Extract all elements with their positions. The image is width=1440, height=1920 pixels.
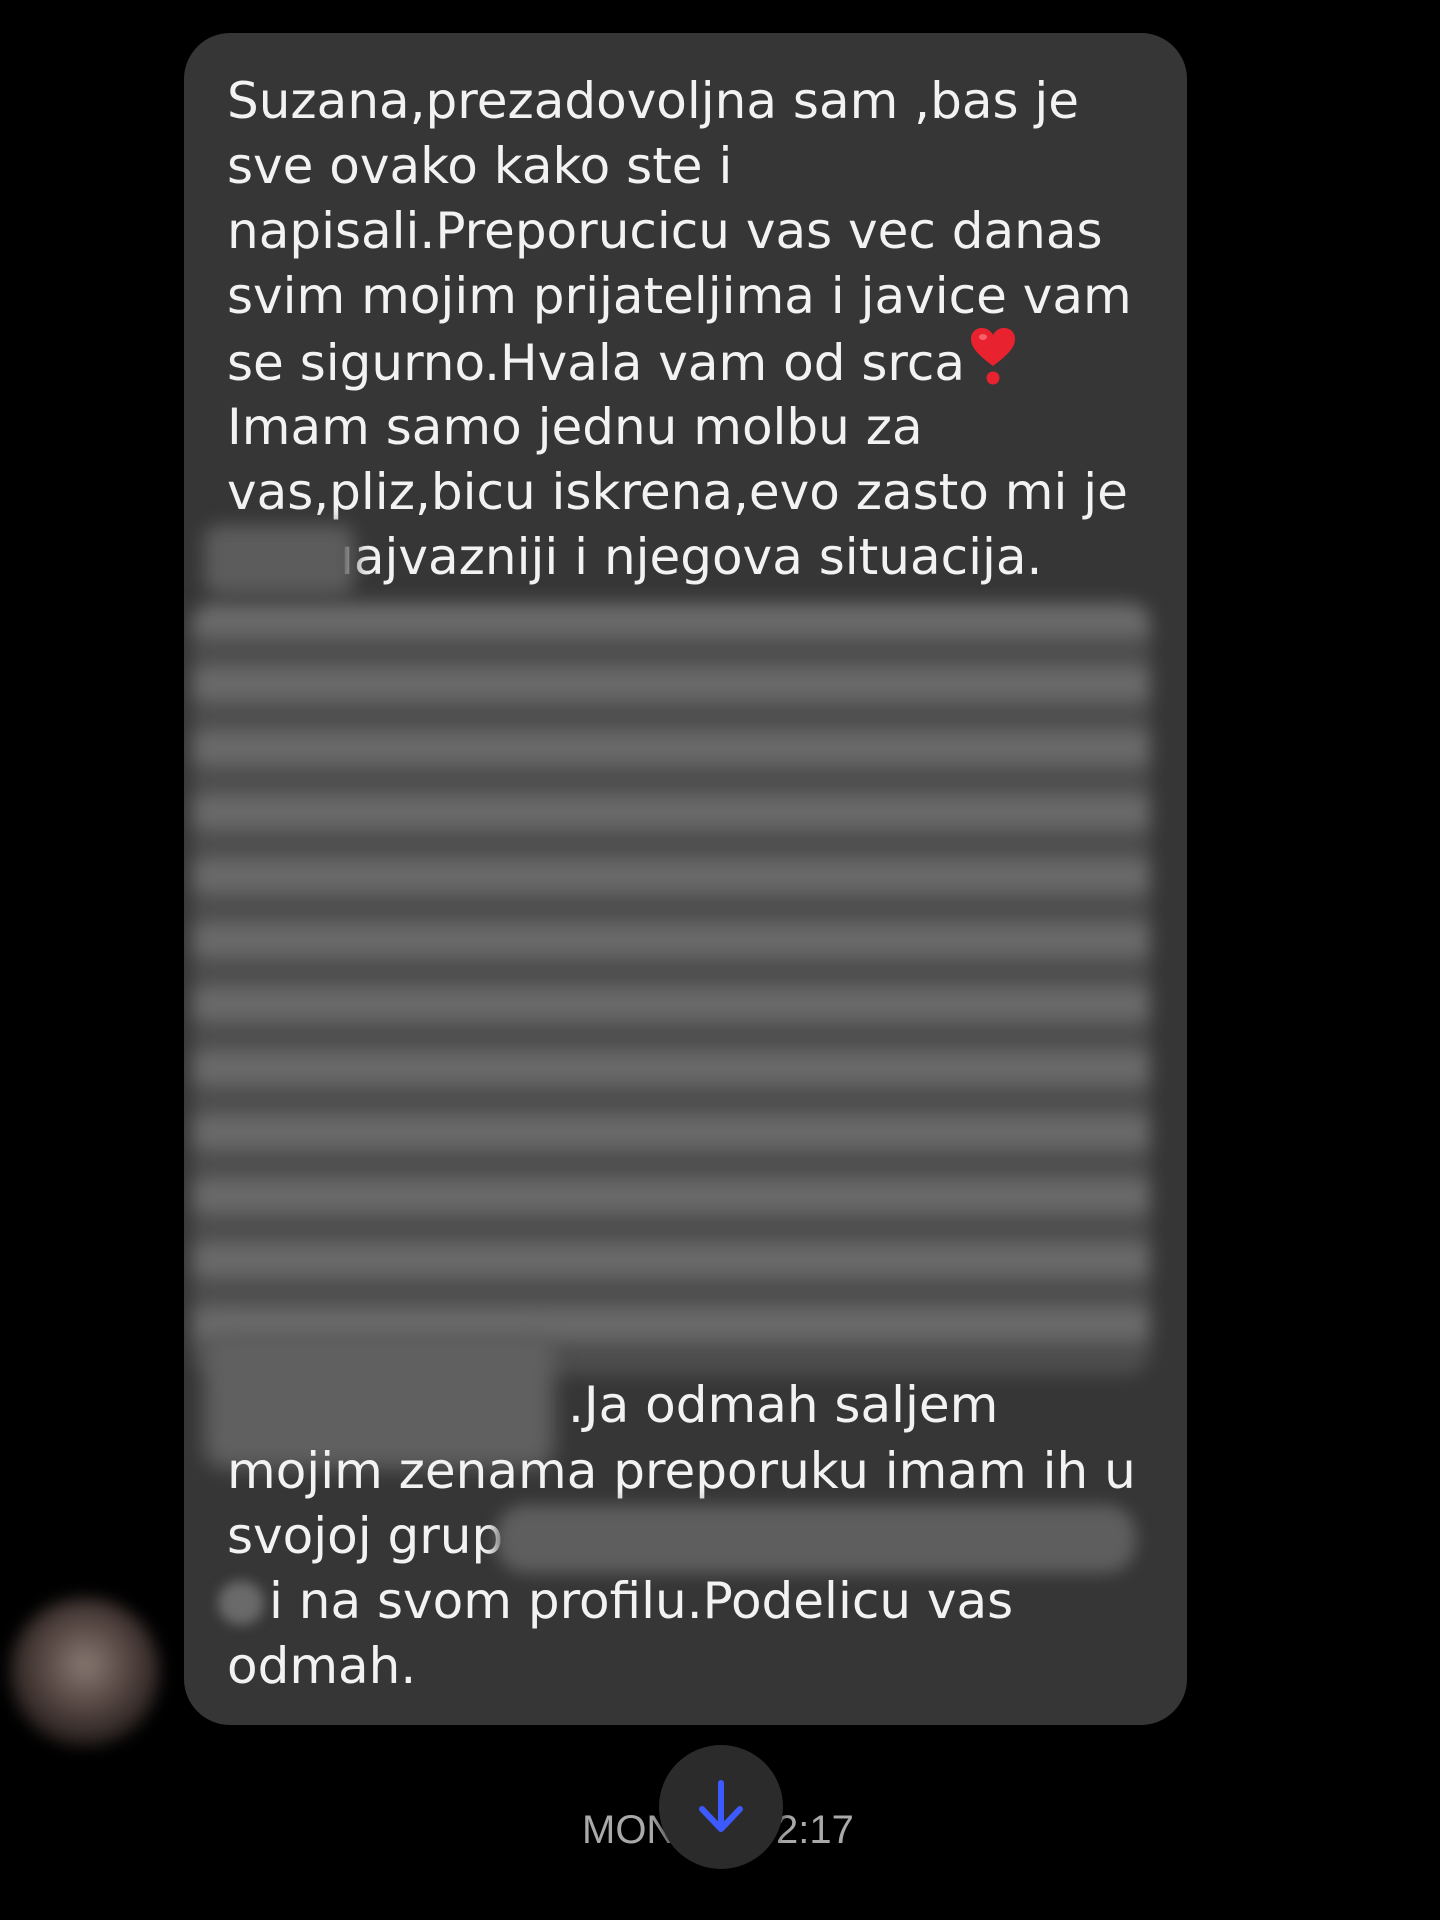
- message-line: .Ja odmah saljem: [568, 1376, 999, 1434]
- scroll-to-bottom-button[interactable]: [659, 1745, 783, 1869]
- message-line: mojim zenama preporuku imam ih u: [227, 1442, 1136, 1500]
- message-line: vas,pliz,bicu iskrena,evo zasto mi je: [227, 463, 1128, 521]
- message-line: Imam samo jednu molbu za: [227, 398, 923, 456]
- message-line: svojoj grup: [227, 1507, 504, 1565]
- message-bubble[interactable]: Suzana,prezadovoljna sam ,bas je sve ova…: [184, 33, 1187, 1725]
- message-line-with-heart: se sigurno.Hvala vam od srca: [227, 328, 1015, 396]
- timestamp-time: 2:17: [776, 1808, 854, 1852]
- chat-screen: Suzana,prezadovoljna sam ,bas je sve ova…: [0, 0, 1440, 1920]
- message-line: Suzana,prezadovoljna sam ,bas je: [227, 72, 1080, 130]
- redaction-blur: [218, 1581, 264, 1625]
- message-line: svim mojim prijateljima i javice vam: [227, 267, 1132, 325]
- message-line: odmah.: [227, 1637, 417, 1695]
- avatar[interactable]: [10, 1598, 160, 1746]
- message-line: napisali.Preporucicu vas vec danas: [227, 202, 1103, 260]
- message-line: sve ovako kako ste i: [227, 137, 733, 195]
- message-line-text: se sigurno.Hvala vam od srca: [227, 334, 965, 392]
- redaction-blur: [204, 525, 354, 595]
- heart-exclamation-icon: [971, 328, 1015, 386]
- redaction-blur: [496, 1505, 1136, 1573]
- arrow-down-icon: [699, 1780, 743, 1832]
- redaction-blur: [192, 603, 1150, 1373]
- message-line: ıajvazniji i njegova situacija.: [340, 528, 1043, 586]
- message-line: i na svom profilu.Podelicu vas: [269, 1572, 1014, 1630]
